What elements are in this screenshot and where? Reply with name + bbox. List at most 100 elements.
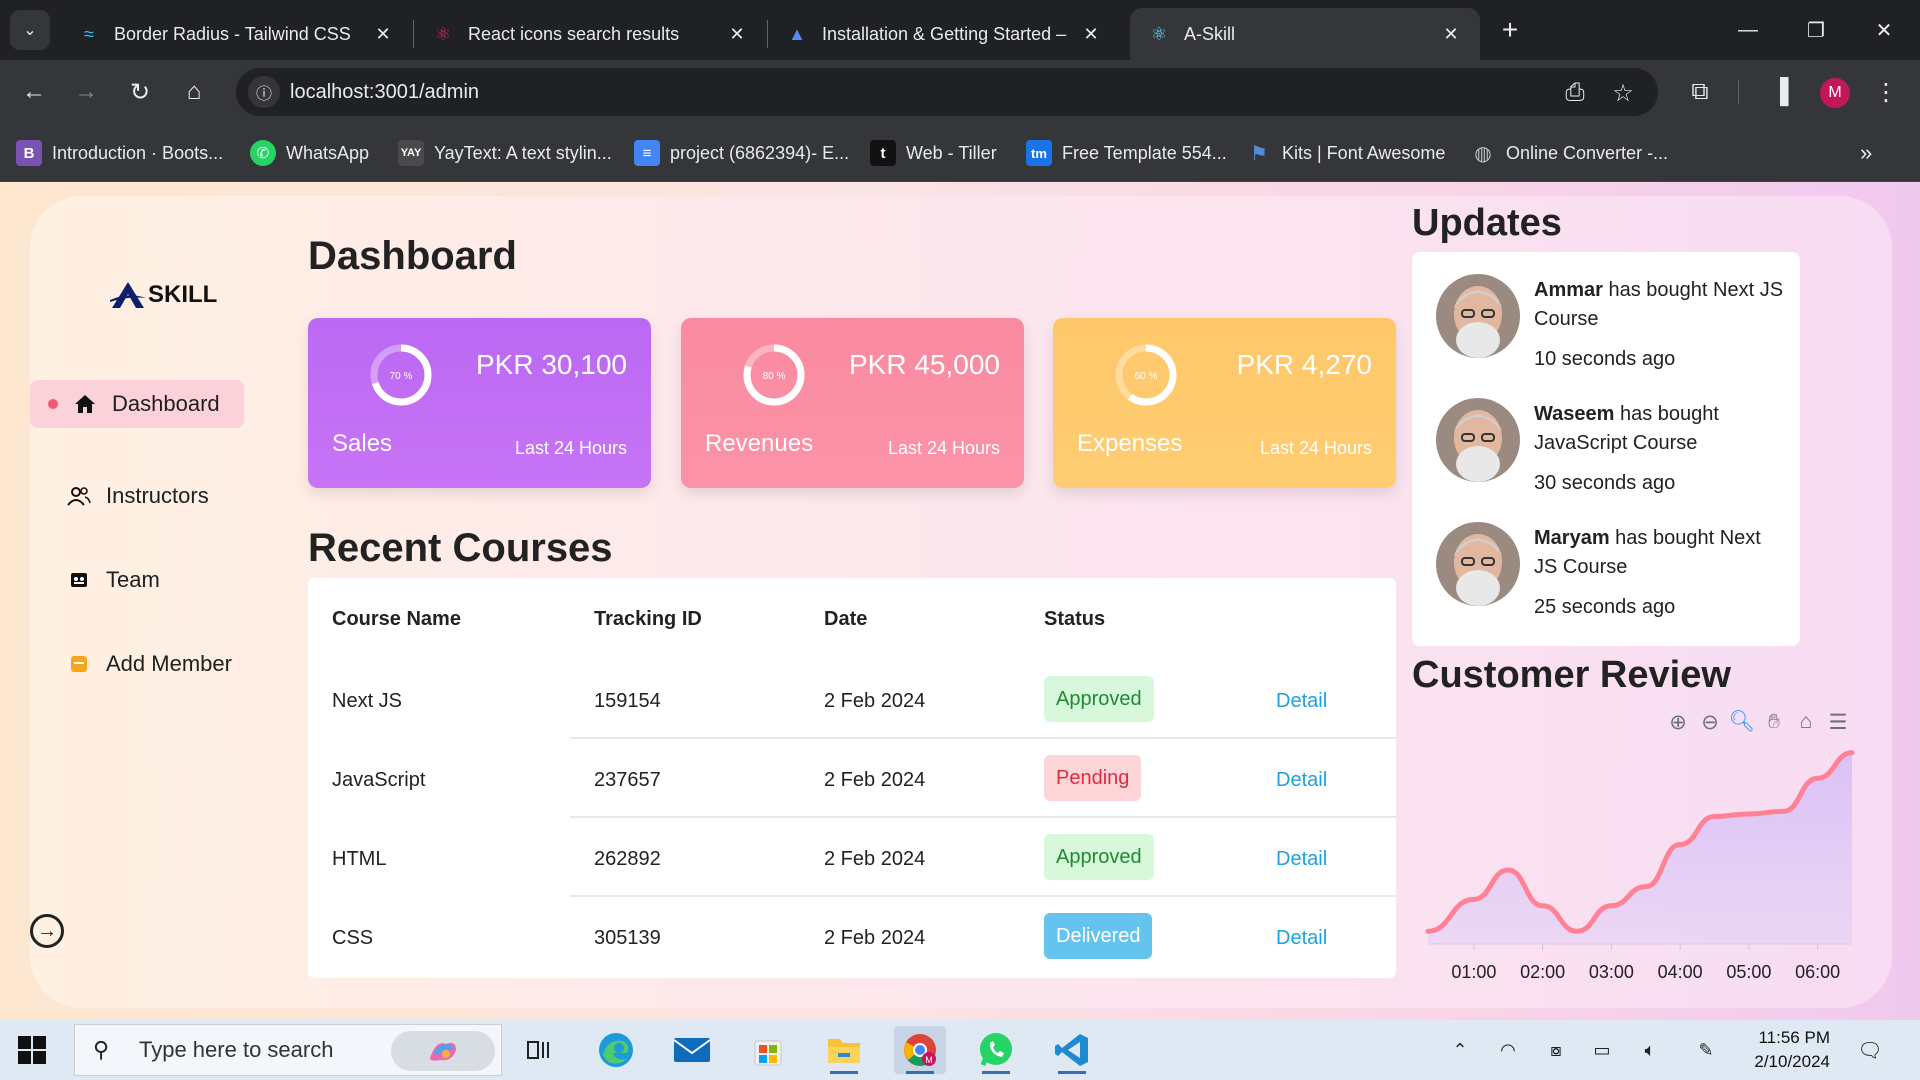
- file-explorer-icon[interactable]: [818, 1026, 870, 1074]
- profile-avatar[interactable]: M: [1820, 78, 1850, 108]
- home-button[interactable]: ⌂: [174, 72, 214, 112]
- bookmark-project[interactable]: ≡ project (6862394)- E...: [634, 138, 849, 168]
- section-title-customer-review: Customer Review: [1412, 654, 1731, 696]
- bookmark-label: Online Converter -...: [1506, 142, 1669, 163]
- side-panel-button[interactable]: ▐: [1760, 72, 1800, 112]
- progress-percent: 60 %: [1135, 371, 1158, 382]
- pan-hand-icon[interactable]: ✋︎: [1760, 708, 1788, 736]
- stat-card-sales[interactable]: 70 % PKR 30,100 Sales Last 24 Hours: [308, 318, 651, 488]
- stat-card-revenues[interactable]: 80 % PKR 45,000 Revenues Last 24 Hours: [681, 318, 1024, 488]
- install-app-icon[interactable]: ⎙: [1560, 78, 1590, 108]
- progress-ring: 60 %: [1115, 344, 1177, 406]
- bookmark-star-icon[interactable]: ☆: [1608, 78, 1638, 108]
- volume-icon[interactable]: 🔈︎: [1638, 1038, 1662, 1062]
- update-item: Ammar has bought Next JS Course 10 secon…: [1436, 274, 1786, 384]
- sidebar-item-add-member[interactable]: Add Member: [30, 640, 244, 688]
- url-text[interactable]: localhost:3001/admin: [290, 81, 479, 104]
- new-tab-button[interactable]: +: [1494, 14, 1526, 46]
- zoom-in-icon[interactable]: ⊕: [1664, 708, 1692, 736]
- sidebar-item-team[interactable]: Team: [30, 556, 244, 604]
- notification-icon[interactable]: 🗨︎: [1856, 1036, 1884, 1064]
- back-button[interactable]: ←: [14, 72, 54, 112]
- cell-tracking-id: 262892: [594, 848, 661, 870]
- restore-icon: ❐: [1807, 19, 1825, 42]
- chrome-icon[interactable]: M: [894, 1026, 946, 1074]
- plus-icon: +: [1501, 14, 1519, 45]
- tab-title: Installation & Getting Started –: [822, 23, 1067, 44]
- close-icon[interactable]: ✕: [1080, 23, 1102, 45]
- whatsapp-icon[interactable]: [970, 1026, 1022, 1074]
- bookmarks-overflow-button[interactable]: »: [1860, 138, 1872, 168]
- chart-toolbar: ⊕ ⊖ 🔍︎ ✋︎ ⌂ ☰: [1664, 708, 1856, 736]
- profile-initial: M: [1828, 84, 1842, 101]
- taskbar-search-box[interactable]: ⚲ Type here to search: [74, 1024, 502, 1076]
- bookmark-whatsapp[interactable]: ✆ WhatsApp: [250, 138, 369, 168]
- system-clock[interactable]: 11:56 PM 2/10/2024: [1740, 1026, 1830, 1074]
- address-bar[interactable]: ⓘ localhost:3001/admin ⎙ ☆: [236, 68, 1658, 116]
- detail-link[interactable]: Detail: [1276, 690, 1327, 713]
- tab-tailwind[interactable]: ≈ Border Radius - Tailwind CSS ✕: [60, 8, 412, 60]
- tab-a-skill[interactable]: ⚛ A-Skill ✕: [1130, 8, 1480, 60]
- magnifier-icon[interactable]: 🔍︎: [1728, 708, 1756, 736]
- store-icon[interactable]: [742, 1026, 794, 1074]
- arrow-left-icon: ←: [22, 78, 46, 105]
- meet-now-icon[interactable]: ⧇: [1544, 1038, 1568, 1062]
- task-view-icon[interactable]: [514, 1026, 566, 1074]
- status-badge: Approved: [1044, 676, 1154, 722]
- bookmark-tiller[interactable]: t Web - Tiller: [870, 138, 997, 168]
- bookmark-yaytext[interactable]: YAY YayText: A text stylin...: [398, 138, 612, 168]
- windows-start-icon[interactable]: [18, 1036, 46, 1064]
- close-icon[interactable]: ✕: [372, 23, 394, 45]
- customer-review-chart[interactable]: 01:00 02:00 03:00 04:00 05:00 06:00: [1412, 736, 1872, 996]
- browser-menu-button[interactable]: ⋮: [1866, 72, 1906, 112]
- reset-home-icon[interactable]: ⌂: [1792, 708, 1820, 736]
- chevron-up-icon[interactable]: ⌃: [1448, 1038, 1472, 1062]
- edge-icon[interactable]: [590, 1026, 642, 1074]
- reload-button[interactable]: ↻: [120, 72, 160, 112]
- cell-date: 2 Feb 2024: [824, 927, 926, 949]
- bookmark-free-template[interactable]: tm Free Template 554...: [1026, 138, 1227, 168]
- bootstrap-icon: B: [16, 140, 42, 166]
- a-skill-logo[interactable]: SKILL: [110, 280, 217, 310]
- close-icon[interactable]: ✕: [1440, 23, 1462, 45]
- tab-react-icons[interactable]: ⚛ React icons search results ✕: [414, 8, 766, 60]
- site-info-icon[interactable]: ⓘ: [248, 76, 280, 108]
- pen-icon[interactable]: ✎: [1694, 1038, 1718, 1062]
- logout-icon[interactable]: →: [30, 914, 64, 948]
- detail-link[interactable]: Detail: [1276, 927, 1327, 950]
- flag-icon: ⚑: [1250, 142, 1268, 165]
- close-window-button[interactable]: ✕: [1864, 10, 1904, 50]
- sidebar-item-instructors[interactable]: Instructors: [30, 472, 244, 520]
- vscode-icon[interactable]: [1046, 1026, 1098, 1074]
- restore-button[interactable]: ❐: [1796, 10, 1836, 50]
- stat-card-expenses[interactable]: 60 % PKR 4,270 Expenses Last 24 Hours: [1053, 318, 1396, 488]
- bookmark-font-awesome[interactable]: ⚑ Kits | Font Awesome: [1246, 138, 1445, 168]
- search-icon: ⚲: [93, 1037, 110, 1062]
- svg-text:M: M: [925, 1055, 933, 1065]
- cell-course: JavaScript: [332, 769, 426, 791]
- update-text: Ammar has bought Next JS Course: [1534, 276, 1784, 334]
- bookmark-bootstrap[interactable]: B Introduction · Boots...: [16, 138, 223, 168]
- forward-button[interactable]: →: [66, 72, 106, 112]
- sidebar-item-dashboard[interactable]: Dashboard: [30, 380, 244, 428]
- copilot-icon[interactable]: [391, 1031, 495, 1071]
- bookmark-online-converter[interactable]: ◍ Online Converter -...: [1470, 138, 1668, 168]
- clock-time: 11:56 PM: [1758, 1028, 1830, 1047]
- cell-tracking-id: 159154: [594, 690, 661, 712]
- tab-strip: ⌄ ≈ Border Radius - Tailwind CSS ✕ ⚛ Rea…: [0, 0, 1920, 60]
- tab-search-button[interactable]: ⌄: [10, 10, 50, 50]
- mail-icon[interactable]: [666, 1026, 718, 1074]
- menu-icon[interactable]: ☰: [1824, 708, 1852, 736]
- extensions-button[interactable]: ⧉: [1680, 72, 1720, 112]
- network-icon[interactable]: ◠: [1496, 1038, 1520, 1062]
- tab-installation[interactable]: ▲ Installation & Getting Started – ✕: [768, 8, 1120, 60]
- whatsapp-icon: ✆: [250, 140, 276, 166]
- detail-link[interactable]: Detail: [1276, 769, 1327, 792]
- detail-link[interactable]: Detail: [1276, 848, 1327, 871]
- minimize-button[interactable]: —: [1728, 10, 1768, 50]
- battery-icon[interactable]: ▭: [1590, 1038, 1614, 1062]
- status-badge: Approved: [1044, 834, 1154, 880]
- close-icon[interactable]: ✕: [726, 23, 748, 45]
- zoom-out-icon[interactable]: ⊖: [1696, 708, 1724, 736]
- update-time: 25 seconds ago: [1534, 596, 1676, 618]
